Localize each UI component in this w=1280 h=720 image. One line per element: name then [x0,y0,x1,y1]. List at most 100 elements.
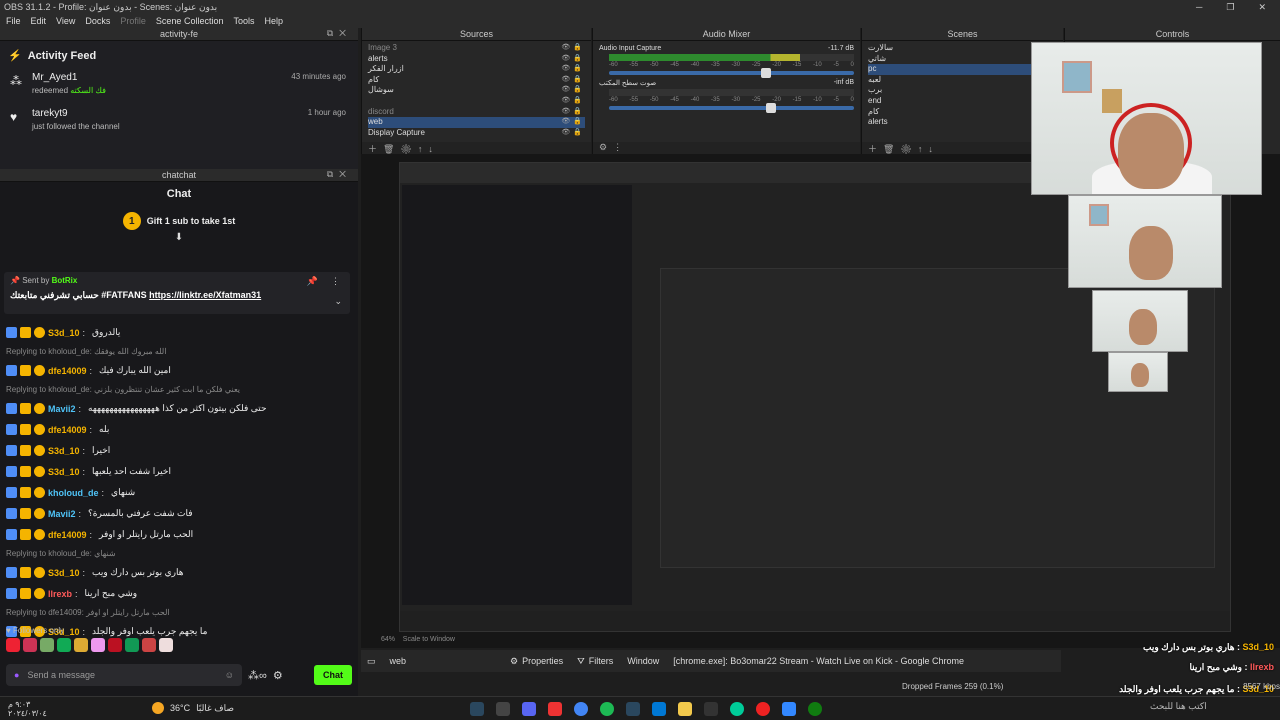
volume-slider[interactable] [609,68,854,78]
mixer-toolbar[interactable]: ⚙⋮ [593,142,860,154]
scene-item[interactable]: alerts [868,117,1057,128]
visibility-lock-icon[interactable]: 👁🔒 [561,54,585,65]
visibility-lock-icon[interactable]: 👁🔒 [561,117,585,128]
emote-icon[interactable] [108,638,122,652]
gear-icon[interactable]: ⚙ [273,669,283,682]
source-item[interactable]: كام 👁🔒 [368,75,585,86]
chrome-icon[interactable] [574,701,588,716]
expand-icon[interactable]: ⬇ [0,232,358,243]
obs-icon[interactable] [496,701,510,716]
scene-item[interactable]: لعبه [868,75,1057,86]
emote-icon[interactable] [57,638,71,652]
opera-icon[interactable] [756,701,770,716]
visibility-lock-icon[interactable]: 👁🔒 [561,64,585,75]
visibility-lock-icon[interactable]: 👁🔒 [561,85,585,96]
menu-file[interactable]: File [6,16,21,26]
emote-icon[interactable] [6,638,20,652]
chat-username[interactable]: Mavii2 [48,509,76,519]
taskbar-search[interactable]: اكتب هنا للبحث [1150,701,1207,712]
source-item[interactable]: Image 3 👁🔒 [368,43,585,54]
visibility-lock-icon[interactable]: 👁🔒 [561,128,585,139]
scene-item[interactable]: كام [868,107,1057,118]
chat-username[interactable]: S3d_10 [48,467,80,477]
source-item[interactable]: discord 👁🔒 [368,107,585,118]
menu-profile[interactable]: Profile [120,16,146,26]
emote-icon[interactable] [159,638,173,652]
pin-icon[interactable]: 📌 [307,276,318,287]
pinned-bot-name[interactable]: BotRix [52,276,78,285]
emote-icon[interactable] [74,638,88,652]
source-item[interactable]: alerts 👁🔒 [368,54,585,65]
minimize-icon[interactable]: ─ [1196,2,1202,13]
chevron-down-icon[interactable]: ⌄ [334,296,342,307]
menu-docks[interactable]: Docks [85,16,110,26]
discord-icon[interactable] [522,701,536,716]
source-item[interactable]: Display Capture 👁🔒 [368,128,585,139]
scale-mode[interactable]: Scale to Window [403,636,455,643]
emote-icon[interactable] [91,638,105,652]
source-item[interactable]: web 👁🔒 [368,117,585,128]
emoji-icon[interactable]: ☺ [225,670,234,680]
steam-icon[interactable] [470,701,484,716]
more-icon[interactable]: ⋮ [331,276,340,287]
slider-handle[interactable] [760,68,771,78]
gift-sub-banner[interactable]: 1 Gift 1 sub to take 1st [0,212,358,230]
weather-widget[interactable]: 36°C صاف غالبًا [152,702,234,714]
source-item[interactable]: سوشال 👁🔒 [368,85,585,96]
xbox-icon[interactable] [808,701,822,716]
dock-controls-icon[interactable]: ⧉✕ [327,28,352,39]
scene-item[interactable]: شاتي [868,54,1057,65]
scene-item[interactable]: end [868,96,1057,107]
clock[interactable]: ٩:٠٣ م ٢٠٢٤/٠٣/٠٤ [8,700,47,718]
recorder-icon[interactable] [548,701,562,716]
menu-view[interactable]: View [56,16,75,26]
chat-username[interactable]: dfe14009 [48,530,87,540]
visibility-lock-icon[interactable]: 👁🔒 [561,107,585,118]
emote-icon[interactable] [23,638,37,652]
points-icon[interactable]: ⁂∞ [248,669,267,682]
sources-toolbar[interactable]: ＋🗑⚙↑↓ [362,142,591,154]
scene-item[interactable]: pc [868,64,1057,75]
chat-input[interactable]: ● Send a message ☺ [6,664,242,686]
chat-username[interactable]: Mavii2 [48,404,76,414]
source-item[interactable]: ازرار الفكر 👁🔒 [368,64,585,75]
window-select[interactable]: [chrome.exe]: Bo3omar22 Stream - Watch L… [673,656,964,666]
volume-slider[interactable] [609,103,854,113]
menu-help[interactable]: Help [264,16,283,26]
emote-icon[interactable] [40,638,54,652]
maximize-icon[interactable]: ❐ [1226,2,1234,13]
chat-username[interactable]: S3d_10 [48,328,80,338]
folder-icon[interactable] [678,701,692,716]
photos-icon[interactable] [782,701,796,716]
dock-controls-icon[interactable]: ⧉✕ [327,169,352,180]
chat-username[interactable]: S3d_10 [48,568,80,578]
steam-icon[interactable] [626,701,640,716]
chat-username[interactable]: kholoud_de [48,488,99,498]
visibility-lock-icon[interactable]: 👁🔒 [561,43,585,54]
zoom-level[interactable]: 64% [381,636,395,643]
chat-username[interactable]: dfe14009 [48,366,87,376]
mic-icon[interactable]: ● [14,670,19,680]
pinned-link[interactable]: https://linktr.ee/Xfatman31 [149,290,261,300]
visibility-lock-icon[interactable]: 👁🔒 [561,96,585,107]
spotify-icon[interactable] [600,701,614,716]
emote-icon[interactable] [125,638,139,652]
chat-username[interactable]: dfe14009 [48,425,87,435]
terminal-icon[interactable] [704,701,718,716]
menu-edit[interactable]: Edit [31,16,47,26]
chat-send-button[interactable]: Chat [314,665,352,685]
visibility-lock-icon[interactable]: 👁🔒 [561,75,585,86]
properties-button[interactable]: ⚙ Properties [510,656,563,667]
filters-button[interactable]: ⛛ Filters [577,656,613,667]
slider-handle[interactable] [765,103,776,113]
emote-icon[interactable] [142,638,156,652]
chat-username[interactable]: S3d_10 [48,446,80,456]
menu-tools[interactable]: Tools [233,16,254,26]
close-icon[interactable]: ✕ [1258,2,1266,13]
scene-item[interactable]: برب [868,85,1057,96]
scene-item[interactable]: سالارت [868,43,1057,54]
menu-scene-collection[interactable]: Scene Collection [156,16,224,26]
outlook-icon[interactable] [652,701,666,716]
chat-username[interactable]: llrexb [48,589,72,599]
edge-icon[interactable] [730,701,744,716]
